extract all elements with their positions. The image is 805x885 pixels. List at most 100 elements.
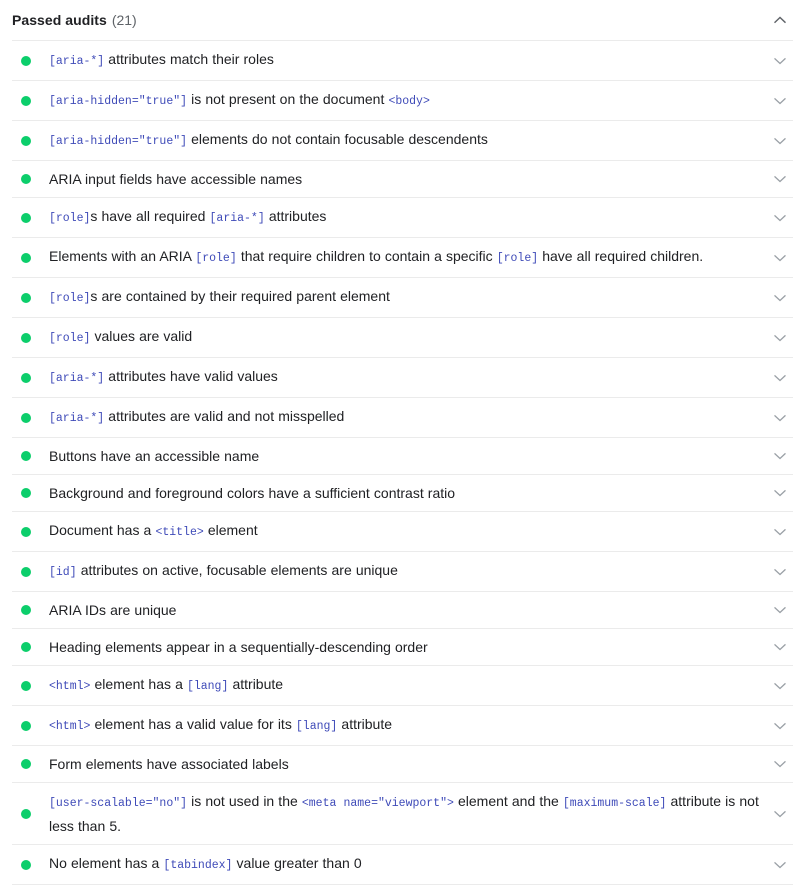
audit-title: [aria-*] attributes match their roles — [49, 48, 759, 73]
audit-title: No element has a [tabindex] value greate… — [49, 852, 759, 877]
audit-row[interactable]: <html> element has a valid value for its… — [12, 705, 793, 745]
chevron-down-icon[interactable] — [772, 53, 788, 69]
audit-row[interactable]: Elements with an ARIA [role] that requir… — [12, 237, 793, 277]
chevron-down-icon[interactable] — [772, 330, 788, 346]
audit-title: ARIA IDs are unique — [49, 599, 759, 621]
audit-row[interactable]: [aria-hidden="true"] is not present on t… — [12, 80, 793, 120]
chevron-down-icon[interactable] — [772, 857, 788, 873]
passed-audits-header[interactable]: Passed audits (21) — [0, 0, 805, 40]
chevron-down-icon[interactable] — [772, 806, 788, 822]
audit-row[interactable]: No element has a [tabindex] value greate… — [12, 844, 793, 884]
pass-score-dot — [21, 56, 31, 66]
chevron-down-icon[interactable] — [772, 678, 788, 694]
chevron-down-icon[interactable] — [772, 524, 788, 540]
passed-audits-list: [aria-*] attributes match their roles [ar… — [0, 40, 805, 884]
pass-score-dot — [21, 681, 31, 691]
audit-row[interactable]: Heading elements appear in a sequentiall… — [12, 628, 793, 665]
pass-score-dot — [21, 333, 31, 343]
audit-title: ARIA input fields have accessible names — [49, 168, 759, 190]
page-title: Passed audits — [12, 13, 107, 27]
code-snippet: [role] — [195, 252, 236, 265]
code-snippet: [role] — [49, 332, 90, 345]
audit-row[interactable]: Document has a <title> element — [12, 511, 793, 551]
audit-title: Heading elements appear in a sequentiall… — [49, 636, 759, 658]
audit-row[interactable]: [role]s have all required [aria-*] attri… — [12, 197, 793, 237]
audit-title: [role]s are contained by their required … — [49, 285, 759, 310]
chevron-down-icon[interactable] — [772, 250, 788, 266]
chevron-up-icon[interactable] — [772, 12, 788, 28]
chevron-down-icon[interactable] — [772, 410, 788, 426]
pass-score-dot — [21, 642, 31, 652]
code-snippet: [id] — [49, 566, 77, 579]
chevron-down-icon[interactable] — [772, 370, 788, 386]
pass-score-dot — [21, 488, 31, 498]
chevron-down-icon[interactable] — [772, 756, 788, 772]
chevron-down-icon[interactable] — [772, 485, 788, 501]
code-snippet: [aria-*] — [49, 372, 104, 385]
code-snippet: [role] — [497, 252, 538, 265]
passed-audits-clump: Passed audits (21) [aria-*] attributes m… — [0, 0, 805, 884]
audit-title: <html> element has a valid value for its… — [49, 713, 759, 738]
pass-score-dot — [21, 413, 31, 423]
chevron-down-icon[interactable] — [772, 602, 788, 618]
code-snippet: [tabindex] — [163, 859, 232, 872]
chevron-down-icon[interactable] — [772, 564, 788, 580]
audit-row[interactable]: ARIA input fields have accessible names — [12, 160, 793, 197]
audit-row[interactable]: Form elements have associated labels — [12, 745, 793, 782]
audit-title: [aria-*] attributes are valid and not mi… — [49, 405, 759, 430]
pass-score-dot — [21, 721, 31, 731]
code-snippet: [role] — [49, 292, 90, 305]
audit-title: [aria-*] attributes have valid values — [49, 365, 759, 390]
code-snippet: [aria-*] — [210, 212, 265, 225]
audit-row[interactable]: [aria-*] attributes match their roles — [12, 40, 793, 80]
audit-title: Background and foreground colors have a … — [49, 482, 759, 504]
code-snippet: <html> — [49, 720, 90, 733]
pass-score-dot — [21, 567, 31, 577]
audit-title: [role]s have all required [aria-*] attri… — [49, 205, 759, 230]
chevron-down-icon[interactable] — [772, 133, 788, 149]
code-snippet: [aria-hidden="true"] — [49, 135, 187, 148]
chevron-down-icon[interactable] — [772, 93, 788, 109]
audit-title: Document has a <title> element — [49, 519, 759, 544]
audit-title: Form elements have associated labels — [49, 753, 759, 775]
pass-score-dot — [21, 136, 31, 146]
audit-row[interactable]: [role]s are contained by their required … — [12, 277, 793, 317]
pass-score-dot — [21, 451, 31, 461]
audit-title: [role] values are valid — [49, 325, 759, 350]
audit-row[interactable]: Buttons have an accessible name — [12, 437, 793, 474]
code-snippet: <html> — [49, 680, 90, 693]
audit-row[interactable]: [id] attributes on active, focusable ele… — [12, 551, 793, 591]
audit-row[interactable]: <html> element has a [lang] attribute — [12, 665, 793, 705]
code-snippet: [maximum-scale] — [563, 797, 667, 810]
audit-row[interactable]: [aria-*] attributes are valid and not mi… — [12, 397, 793, 437]
chevron-down-icon[interactable] — [772, 290, 788, 306]
audit-title: [user-scalable="no"] is not used in the … — [49, 790, 759, 837]
chevron-down-icon[interactable] — [772, 171, 788, 187]
audit-title: [aria-hidden="true"] elements do not con… — [49, 128, 759, 153]
code-snippet: [role] — [49, 212, 90, 225]
chevron-down-icon[interactable] — [772, 639, 788, 655]
pass-score-dot — [21, 253, 31, 263]
pass-score-dot — [21, 809, 31, 819]
audit-title: [id] attributes on active, focusable ele… — [49, 559, 759, 584]
chevron-down-icon[interactable] — [772, 210, 788, 226]
audit-row[interactable]: [user-scalable="no"] is not used in the … — [12, 782, 793, 844]
code-snippet: [aria-hidden="true"] — [49, 95, 187, 108]
pass-score-dot — [21, 174, 31, 184]
chevron-down-icon[interactable] — [772, 718, 788, 734]
audit-row[interactable]: ARIA IDs are unique — [12, 591, 793, 628]
chevron-down-icon[interactable] — [772, 448, 788, 464]
passed-audits-count: (21) — [112, 13, 137, 27]
code-snippet: [lang] — [187, 680, 228, 693]
code-snippet: [user-scalable="no"] — [49, 797, 187, 810]
audit-title: Elements with an ARIA [role] that requir… — [49, 245, 759, 270]
pass-score-dot — [21, 759, 31, 769]
pass-score-dot — [21, 605, 31, 615]
audit-row[interactable]: [role] values are valid — [12, 317, 793, 357]
audit-row[interactable]: [aria-*] attributes have valid values — [12, 357, 793, 397]
audit-title: [aria-hidden="true"] is not present on t… — [49, 88, 759, 113]
audit-row[interactable]: [aria-hidden="true"] elements do not con… — [12, 120, 793, 160]
audit-row[interactable]: Background and foreground colors have a … — [12, 474, 793, 511]
pass-score-dot — [21, 860, 31, 870]
pass-score-dot — [21, 527, 31, 537]
